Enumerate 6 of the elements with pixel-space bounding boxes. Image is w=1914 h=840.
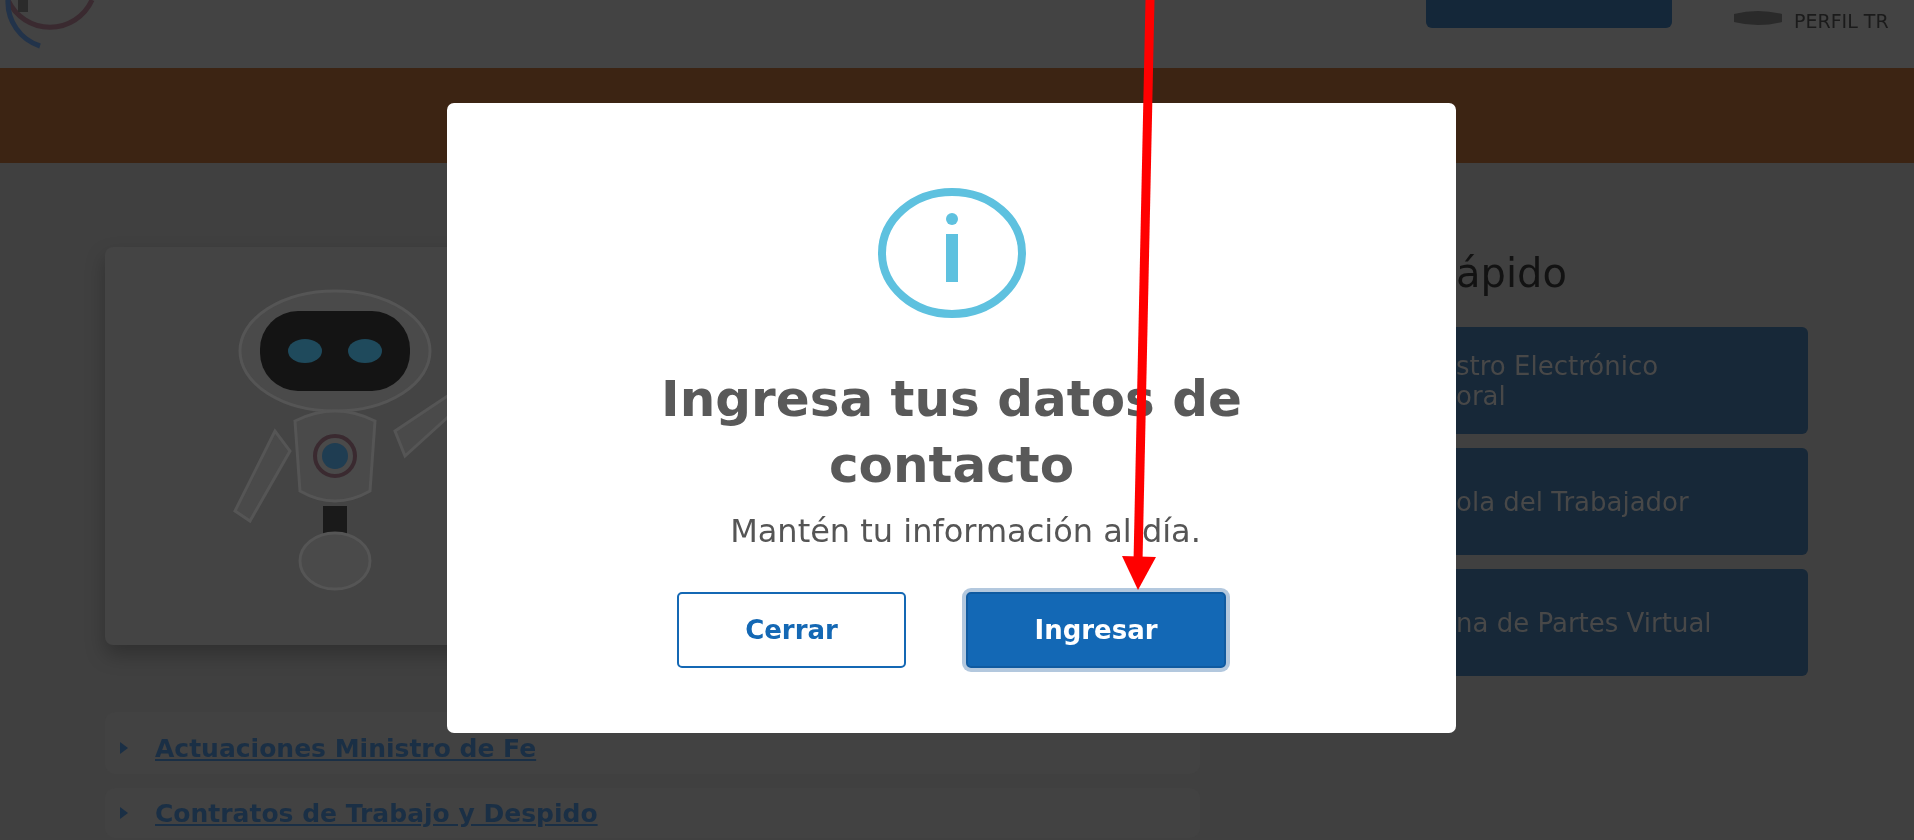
- header-button[interactable]: [1426, 0, 1672, 28]
- close-button[interactable]: Cerrar: [677, 592, 906, 668]
- caret-icon: [119, 741, 129, 755]
- info-icon: [876, 188, 1027, 318]
- dialog-message: Mantén tu información al día.: [729, 512, 1201, 550]
- caret-icon: [119, 806, 129, 820]
